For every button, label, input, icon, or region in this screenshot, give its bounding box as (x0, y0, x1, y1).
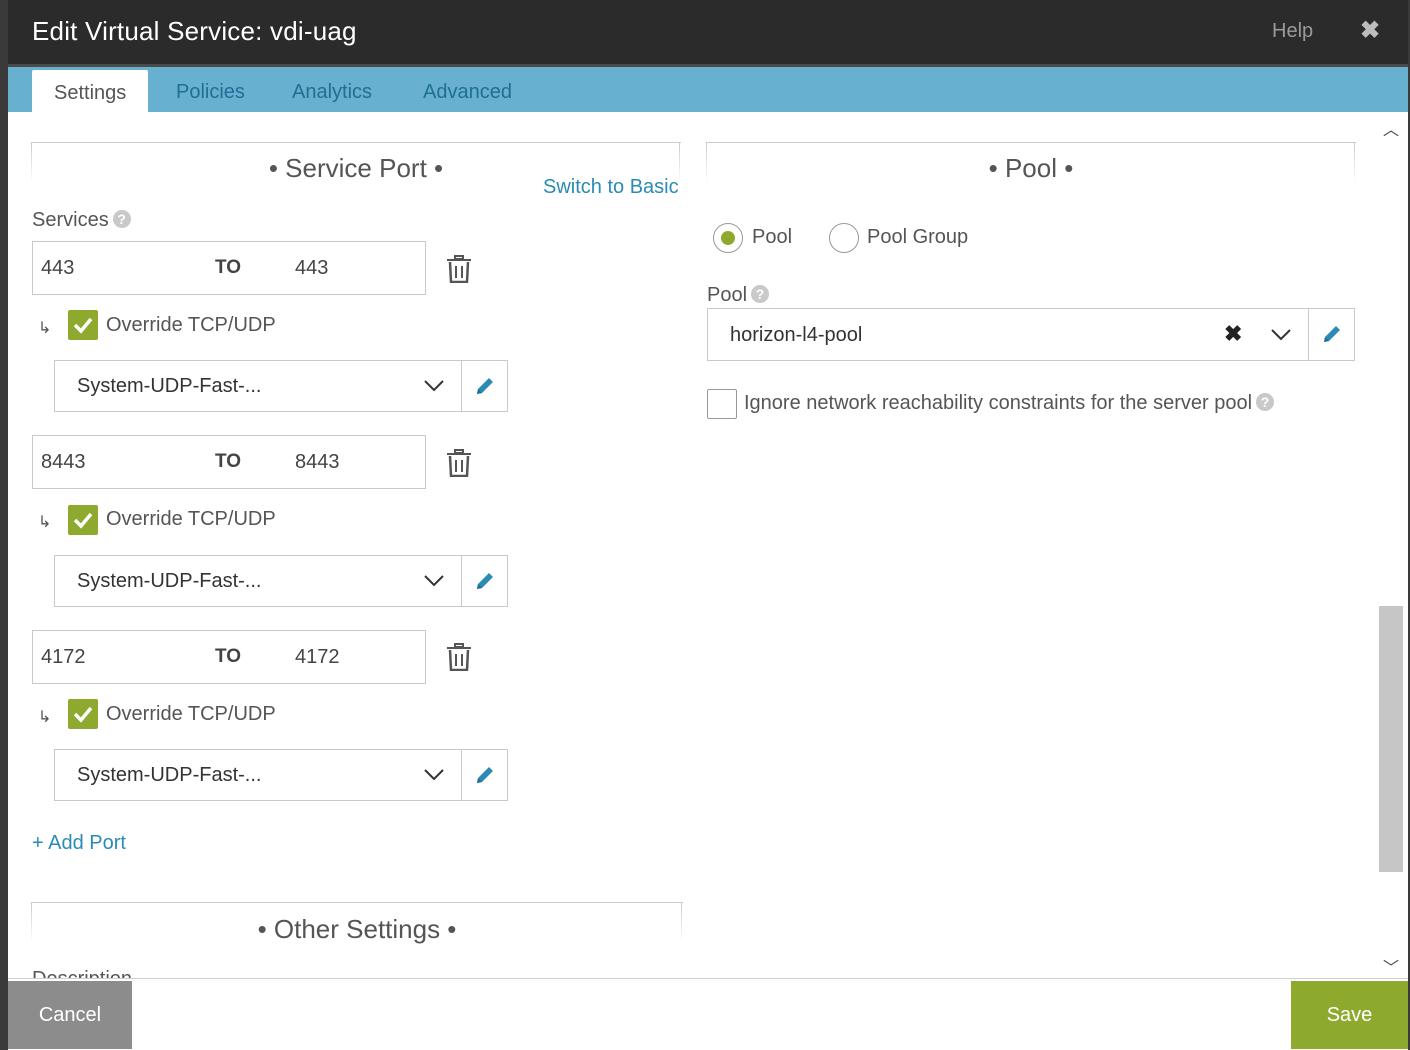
port-range-input[interactable]: 8443 TO 8443 (32, 435, 426, 489)
vertical-scrollbar[interactable]: ︿ ﹀ (1378, 112, 1408, 978)
port-to-label: TO (215, 451, 242, 472)
edit-profile-button[interactable] (461, 556, 508, 606)
services-label: Services? (32, 209, 131, 232)
override-tcp-udp-label: Override TCP/UDP (106, 703, 276, 725)
clear-icon[interactable]: ✖ (1224, 321, 1242, 347)
port-to-label: TO (215, 257, 242, 278)
pool-select[interactable]: horizon-l4-pool ✖ (707, 308, 1355, 361)
override-tcp-udp-label: Override TCP/UDP (106, 508, 276, 530)
switch-to-basic-link[interactable]: Switch to Basic (543, 176, 679, 199)
port-to-label: TO (215, 646, 242, 667)
help-icon[interactable]: ? (751, 285, 770, 303)
save-button[interactable]: Save (1291, 981, 1408, 1049)
trash-icon[interactable] (446, 255, 472, 284)
edit-profile-button[interactable] (461, 750, 508, 800)
scroll-up-icon[interactable]: ︿ (1383, 116, 1399, 140)
modal-titlebar: Edit Virtual Service: vdi-uag Help ✖ (8, 0, 1408, 64)
port-to-value[interactable]: 443 (295, 257, 328, 280)
return-arrow-icon: ↳ (38, 709, 52, 726)
tab-advanced[interactable]: Advanced (423, 81, 512, 104)
tab-policies[interactable]: Policies (176, 81, 245, 104)
settings-content: • Service Port • Switch to Basic Service… (8, 112, 1378, 978)
network-profile-value: System-UDP-Fast-... (77, 375, 262, 397)
port-to-value[interactable]: 8443 (295, 451, 340, 474)
chevron-down-icon[interactable] (423, 373, 445, 402)
override-tcp-udp-label: Override TCP/UDP (106, 314, 276, 336)
help-icon[interactable]: ? (112, 210, 131, 228)
port-range-input[interactable]: 4172 TO 4172 (32, 630, 426, 684)
port-to-value[interactable]: 4172 (295, 646, 340, 669)
pool-select-value: horizon-l4-pool (730, 324, 863, 346)
chevron-down-icon[interactable] (423, 762, 445, 791)
scrollbar-thumb[interactable] (1379, 606, 1403, 872)
trash-icon[interactable] (446, 643, 472, 672)
network-profile-value: System-UDP-Fast-... (77, 764, 262, 786)
help-icon[interactable]: ? (1256, 393, 1275, 411)
other-settings-heading: • Other Settings • (257, 914, 457, 944)
pencil-icon (477, 573, 493, 589)
close-icon[interactable]: ✖ (1360, 16, 1380, 45)
network-profile-value: System-UDP-Fast-... (77, 570, 262, 592)
services-label-text: Services (32, 209, 109, 231)
return-arrow-icon: ↳ (38, 320, 52, 337)
override-tcp-udp-checkbox[interactable] (68, 505, 98, 535)
override-tcp-udp-checkbox[interactable] (68, 699, 98, 729)
chevron-down-icon[interactable] (423, 568, 445, 597)
pool-section-header: • Pool • (706, 142, 1356, 186)
edit-profile-button[interactable] (461, 361, 508, 411)
return-arrow-icon: ↳ (38, 514, 52, 531)
ignore-reachability-label: Ignore network reachability constraints … (744, 392, 1275, 415)
network-profile-select[interactable]: System-UDP-Fast-... (54, 749, 508, 801)
tab-analytics[interactable]: Analytics (292, 81, 372, 104)
pool-group-radio-label: Pool Group (867, 226, 969, 248)
chevron-down-icon[interactable] (1270, 322, 1292, 351)
port-from-value[interactable]: 8443 (41, 451, 86, 474)
modal-footer: Cancel Save (8, 978, 1408, 1050)
other-settings-section-header: • Other Settings • (31, 902, 683, 952)
modal-title: Edit Virtual Service: vdi-uag (32, 16, 357, 46)
help-link[interactable]: Help (1272, 20, 1313, 43)
override-tcp-udp-checkbox[interactable] (68, 310, 98, 340)
edit-pool-button[interactable] (1308, 309, 1355, 360)
ignore-reachability-checkbox[interactable] (707, 389, 737, 419)
network-profile-select[interactable]: System-UDP-Fast-... (54, 360, 508, 412)
edit-virtual-service-modal: Edit Virtual Service: vdi-uag Help ✖ Set… (8, 0, 1408, 1050)
tab-settings[interactable]: Settings (32, 70, 149, 115)
pencil-icon (477, 378, 493, 394)
cancel-button[interactable]: Cancel (8, 981, 132, 1049)
trash-icon[interactable] (446, 449, 472, 478)
pool-field-label-text: Pool (707, 284, 748, 306)
pool-radio-label: Pool (752, 226, 793, 248)
network-profile-select[interactable]: System-UDP-Fast-... (54, 555, 508, 607)
scroll-down-icon[interactable]: ﹀ (1383, 954, 1399, 978)
port-range-input[interactable]: 443 TO 443 (32, 241, 426, 295)
ignore-reachability-label-text: Ignore network reachability constraints … (744, 392, 1253, 414)
pool-group-radio[interactable] (829, 223, 859, 253)
port-from-value[interactable]: 443 (41, 257, 74, 280)
pool-radio[interactable] (713, 223, 743, 253)
pool-heading: • Pool • (988, 153, 1074, 183)
tab-bar: Settings Policies Analytics Advanced (8, 64, 1408, 115)
pool-field-label: Pool? (707, 284, 770, 307)
port-from-value[interactable]: 4172 (41, 646, 86, 669)
description-label: Description (32, 968, 132, 978)
pencil-icon (477, 767, 493, 783)
add-port-link[interactable]: + Add Port (32, 832, 126, 855)
pencil-icon (1324, 326, 1340, 342)
